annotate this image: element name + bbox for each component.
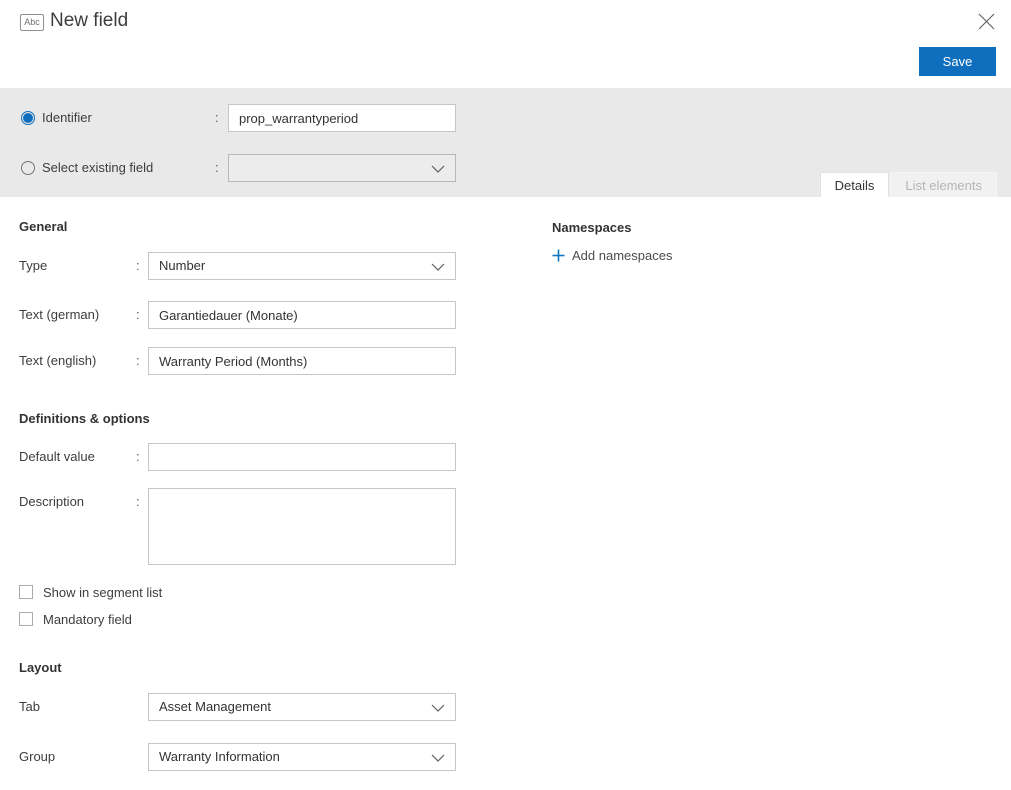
type-select[interactable]: Number bbox=[148, 252, 456, 280]
chevron-down-icon bbox=[431, 263, 445, 271]
detail-tabs: Details List elements bbox=[819, 172, 997, 197]
separator-colon: : bbox=[136, 449, 140, 464]
description-row: Description : bbox=[19, 488, 456, 565]
form-left-column: General Type : Number Text (german) : Ga… bbox=[19, 197, 456, 790]
text-german-label: Text (german) bbox=[19, 307, 100, 322]
close-icon[interactable] bbox=[975, 11, 997, 33]
separator-colon: : bbox=[215, 160, 219, 175]
type-row: Type : Number bbox=[19, 252, 456, 280]
form-body: General Type : Number Text (german) : Ga… bbox=[0, 197, 1011, 790]
add-namespaces-label: Add namespaces bbox=[572, 248, 673, 263]
description-textarea[interactable] bbox=[148, 488, 456, 565]
chevron-down-icon bbox=[431, 704, 445, 712]
default-value-row: Default value : bbox=[19, 443, 456, 471]
show-in-segment-list-label: Show in segment list bbox=[43, 585, 163, 600]
layout-group-select[interactable]: Warranty Information bbox=[148, 743, 456, 771]
separator-colon: : bbox=[136, 353, 140, 368]
close-x-glyph bbox=[978, 13, 994, 30]
separator-colon: : bbox=[136, 307, 140, 322]
section-heading-general: General bbox=[19, 219, 68, 234]
existing-field-select[interactable] bbox=[228, 154, 456, 182]
separator-colon: : bbox=[136, 494, 140, 509]
text-german-row: Text (german) : bbox=[19, 301, 456, 329]
text-english-input[interactable] bbox=[148, 347, 456, 375]
existing-field-radio[interactable] bbox=[21, 161, 35, 175]
identifier-label: Identifier bbox=[42, 110, 92, 125]
dialog-header: Abc New field Save bbox=[0, 0, 1011, 88]
default-value-input[interactable] bbox=[148, 443, 456, 471]
plus-icon bbox=[552, 249, 565, 262]
text-field-type-icon: Abc bbox=[20, 14, 44, 31]
type-select-value: Number bbox=[159, 258, 206, 273]
tab-list-elements[interactable]: List elements bbox=[890, 172, 997, 197]
section-heading-layout: Layout bbox=[19, 660, 62, 675]
existing-field-label: Select existing field bbox=[42, 160, 154, 175]
layout-tab-row: Tab Asset Management bbox=[19, 693, 456, 721]
identifier-input[interactable] bbox=[228, 104, 456, 132]
type-label: Type bbox=[19, 258, 48, 273]
layout-group-row: Group Warranty Information bbox=[19, 743, 456, 771]
section-heading-definitions: Definitions & options bbox=[19, 411, 150, 426]
text-english-label: Text (english) bbox=[19, 353, 97, 368]
layout-tab-select[interactable]: Asset Management bbox=[148, 693, 456, 721]
text-english-row: Text (english) : bbox=[19, 347, 456, 375]
new-field-dialog: Abc New field Save Identifier : Select e… bbox=[0, 0, 1011, 790]
show-in-segment-list-checkbox[interactable] bbox=[19, 585, 33, 599]
layout-group-select-value: Warranty Information bbox=[159, 749, 280, 764]
separator-colon: : bbox=[215, 110, 219, 125]
separator-colon: : bbox=[136, 258, 140, 273]
identifier-radio[interactable] bbox=[21, 111, 35, 125]
layout-tab-select-value: Asset Management bbox=[159, 699, 272, 714]
add-namespaces-button[interactable]: Add namespaces bbox=[552, 248, 672, 263]
section-heading-namespaces: Namespaces bbox=[552, 220, 632, 235]
tab-details[interactable]: Details bbox=[819, 172, 890, 197]
identifier-row: Identifier : bbox=[0, 104, 1011, 132]
save-button[interactable]: Save bbox=[919, 47, 996, 76]
layout-group-label: Group bbox=[19, 749, 56, 764]
default-value-label: Default value bbox=[19, 449, 95, 464]
field-source-panel: Identifier : Select existing field : Det… bbox=[0, 88, 1011, 197]
namespaces-column: Namespaces Add namespaces bbox=[552, 197, 852, 790]
chevron-down-icon bbox=[431, 754, 445, 762]
mandatory-field-label: Mandatory field bbox=[43, 612, 132, 627]
page-title: New field bbox=[50, 10, 129, 31]
layout-tab-label: Tab bbox=[19, 699, 40, 714]
mandatory-field-checkbox[interactable] bbox=[19, 612, 33, 626]
text-german-input[interactable] bbox=[148, 301, 456, 329]
chevron-down-icon bbox=[431, 165, 445, 173]
description-label: Description bbox=[19, 494, 85, 509]
